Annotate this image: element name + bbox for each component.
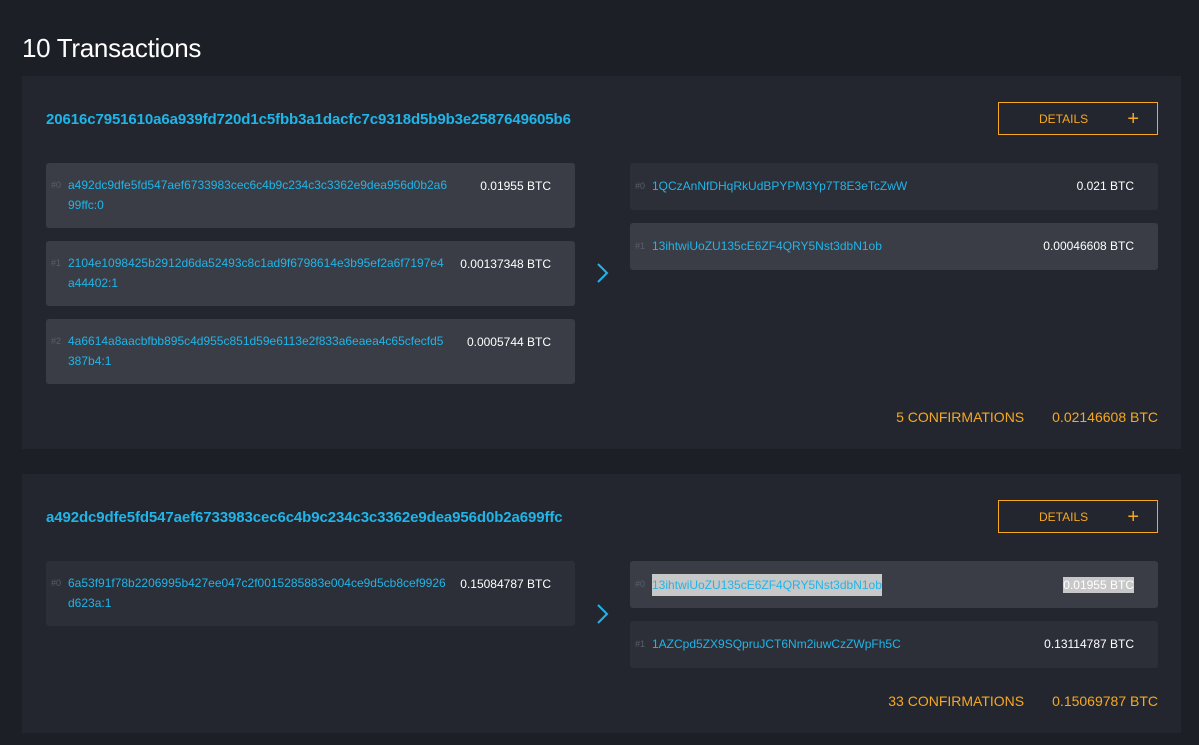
input-amount: 0.00137348 BTC (460, 257, 551, 271)
output-index: #1 (635, 241, 646, 251)
chevron-right-icon[interactable] (594, 602, 610, 626)
input-item: #2 4a6614a8aacbfbb895c4d955c851d59e6113e… (46, 319, 575, 384)
output-index: #0 (635, 579, 646, 589)
input-index: #0 (51, 180, 62, 190)
output-address-link[interactable]: 1AZCpd5ZX9SQpruJCT6Nm2iuwCzZWpFh5C (652, 634, 901, 654)
output-amount: 0.021 BTC (1076, 179, 1134, 193)
input-address-link[interactable]: a492dc9dfe5fd547aef6733983cec6c4b9c234c3… (68, 175, 448, 215)
input-index: #2 (51, 336, 62, 346)
transaction-footer: 5 CONFIRMATIONS 0.02146608 BTC (896, 409, 1158, 425)
output-index: #0 (635, 181, 646, 191)
output-amount: 0.13114787 BTC (1044, 637, 1134, 651)
transaction-card: a492dc9dfe5fd547aef6733983cec6c4b9c234c3… (22, 474, 1181, 733)
output-item: #0 13ihtwiUoZU135cE6ZF4QRY5Nst3dbN1ob 0.… (630, 561, 1158, 608)
output-item: #1 1AZCpd5ZX9SQpruJCT6Nm2iuwCzZWpFh5C 0.… (630, 621, 1158, 668)
confirmations-count: 5 CONFIRMATIONS (896, 409, 1025, 425)
input-item: #0 a492dc9dfe5fd547aef6733983cec6c4b9c23… (46, 163, 575, 228)
output-address-link[interactable]: 1QCzAnNfDHqRkUdBPYPM3Yp7T8E3eTcZwW (652, 176, 907, 196)
plus-icon: + (1127, 505, 1139, 528)
input-item: #0 6a53f91f78b2206995b427ee047c2f0015285… (46, 561, 575, 626)
input-amount: 0.0005744 BTC (466, 335, 551, 349)
input-index: #1 (51, 258, 62, 268)
input-address-link[interactable]: 6a53f91f78b2206995b427ee047c2f0015285883… (68, 573, 448, 613)
transaction-hash-link[interactable]: a492dc9dfe5fd547aef6733983cec6c4b9c234c3… (46, 509, 563, 526)
details-button-label: DETAILS (1039, 509, 1089, 524)
confirmations-count: 33 CONFIRMATIONS (888, 693, 1025, 709)
transaction-total: 0.02146608 BTC (1052, 409, 1158, 425)
output-index: #1 (635, 639, 646, 649)
page-title: 10 Transactions (22, 33, 202, 63)
output-item: #1 13ihtwiUoZU135cE6ZF4QRY5Nst3dbN1ob 0.… (630, 223, 1158, 270)
transaction-card: 20616c7951610a6a939fd720d1c5fbb3a1dacfc7… (22, 76, 1181, 449)
output-address-link[interactable]: 13ihtwiUoZU135cE6ZF4QRY5Nst3dbN1ob (652, 236, 882, 256)
details-button[interactable]: DETAILS + (998, 102, 1158, 135)
transaction-footer: 33 CONFIRMATIONS 0.15069787 BTC (888, 693, 1158, 709)
plus-icon: + (1127, 107, 1139, 130)
input-address-link[interactable]: 2104e1098425b2912d6da52493c8c1ad9f679861… (68, 253, 448, 293)
input-index: #0 (51, 578, 62, 588)
output-amount: 0.00046608 BTC (1043, 239, 1134, 253)
details-button[interactable]: DETAILS + (998, 500, 1158, 533)
input-amount: 0.15084787 BTC (460, 577, 551, 591)
output-address-link[interactable]: 13ihtwiUoZU135cE6ZF4QRY5Nst3dbN1ob (652, 574, 882, 596)
details-button-label: DETAILS (1039, 111, 1089, 126)
output-item: #0 1QCzAnNfDHqRkUdBPYPM3Yp7T8E3eTcZwW 0.… (630, 163, 1158, 210)
chevron-right-icon[interactable] (594, 261, 610, 285)
input-item: #1 2104e1098425b2912d6da52493c8c1ad9f679… (46, 241, 575, 306)
output-amount: 0.01955 BTC (1063, 577, 1134, 593)
transaction-total: 0.15069787 BTC (1052, 693, 1158, 709)
input-amount: 0.01955 BTC (480, 179, 551, 193)
transaction-hash-link[interactable]: 20616c7951610a6a939fd720d1c5fbb3a1dacfc7… (46, 111, 571, 128)
input-address-link[interactable]: 4a6614a8aacbfbb895c4d955c851d59e6113e2f8… (68, 331, 448, 371)
